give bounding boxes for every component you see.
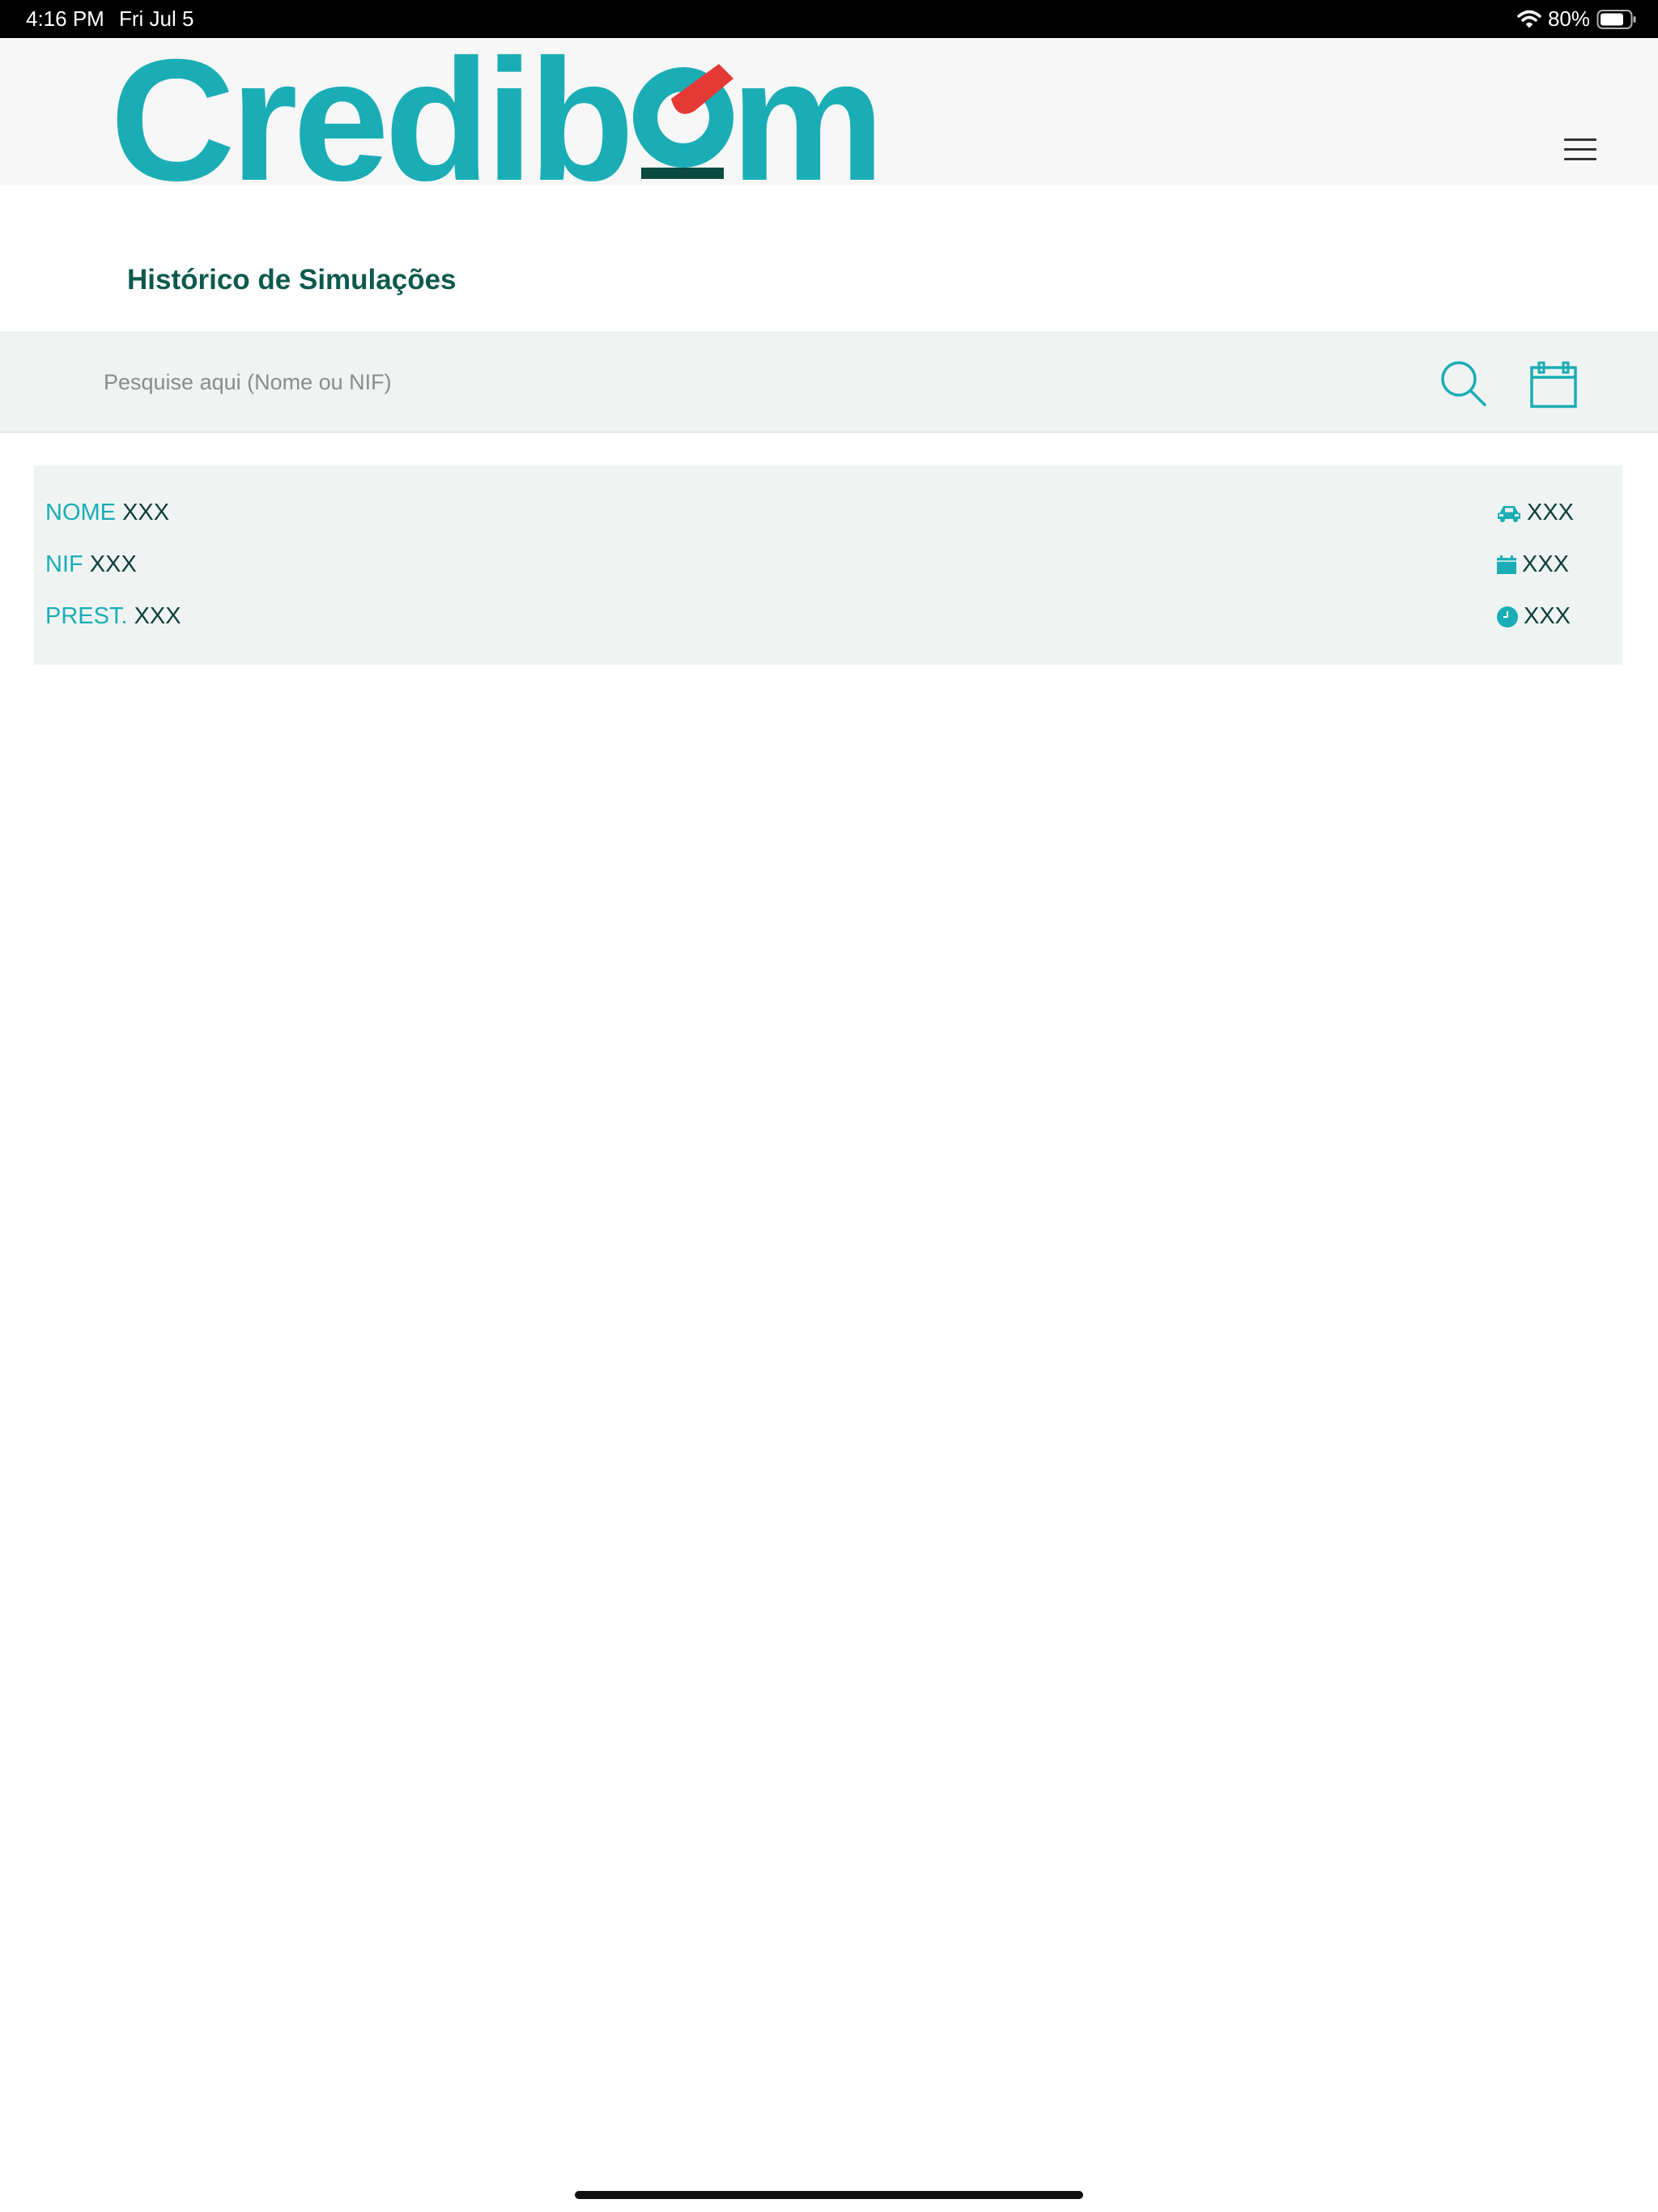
nome-label: NOME — [45, 500, 116, 525]
nome-row: NOME XXX — [45, 500, 169, 526]
credibom-logo[interactable]: Credibom — [110, 46, 887, 184]
battery-icon — [1596, 9, 1636, 29]
wifi-icon — [1517, 10, 1541, 28]
status-indicators: 80% — [1517, 0, 1637, 38]
status-time: 4:16 PM — [26, 6, 104, 31]
nif-value: XXX — [89, 551, 137, 577]
battery-percentage: 80% — [1547, 6, 1590, 31]
search-bar — [0, 331, 1658, 433]
vehicle-row: XXX — [1496, 500, 1574, 526]
search-input[interactable] — [102, 361, 1320, 403]
hamburger-menu-icon[interactable] — [1551, 127, 1609, 174]
app-header: Credibom — [0, 38, 1658, 185]
clock-icon — [1497, 606, 1518, 627]
nif-row: NIF XXX — [45, 551, 137, 578]
calendar-icon[interactable] — [1528, 359, 1580, 410]
prest-value: XXX — [134, 603, 181, 629]
time-row: XXX — [1496, 603, 1571, 630]
status-bar: 4:16 PM Fri Jul 5 80% — [0, 0, 1658, 38]
svg-text:Credibom: Credibom — [110, 46, 880, 184]
simulation-card[interactable]: NOME XXX NIF XXX PREST. XXX XXX XXX XXX — [34, 466, 1622, 665]
search-icon[interactable] — [1439, 359, 1488, 408]
status-date: Fri Jul 5 — [119, 6, 194, 31]
vehicle-value: XXX — [1527, 500, 1575, 525]
time-value: XXX — [1524, 603, 1571, 629]
prest-row: PREST. XXX — [45, 603, 181, 630]
nif-label: NIF — [45, 551, 83, 577]
nome-value: XXX — [122, 500, 170, 525]
date-value: XXX — [1522, 551, 1570, 577]
car-icon — [1498, 505, 1520, 522]
page-title: Histórico de Simulações — [127, 264, 457, 296]
home-indicator[interactable] — [575, 2191, 1083, 2199]
date-row: XXX — [1496, 551, 1569, 578]
prest-label: PREST. — [45, 603, 128, 629]
calendar-small-icon — [1497, 555, 1516, 574]
